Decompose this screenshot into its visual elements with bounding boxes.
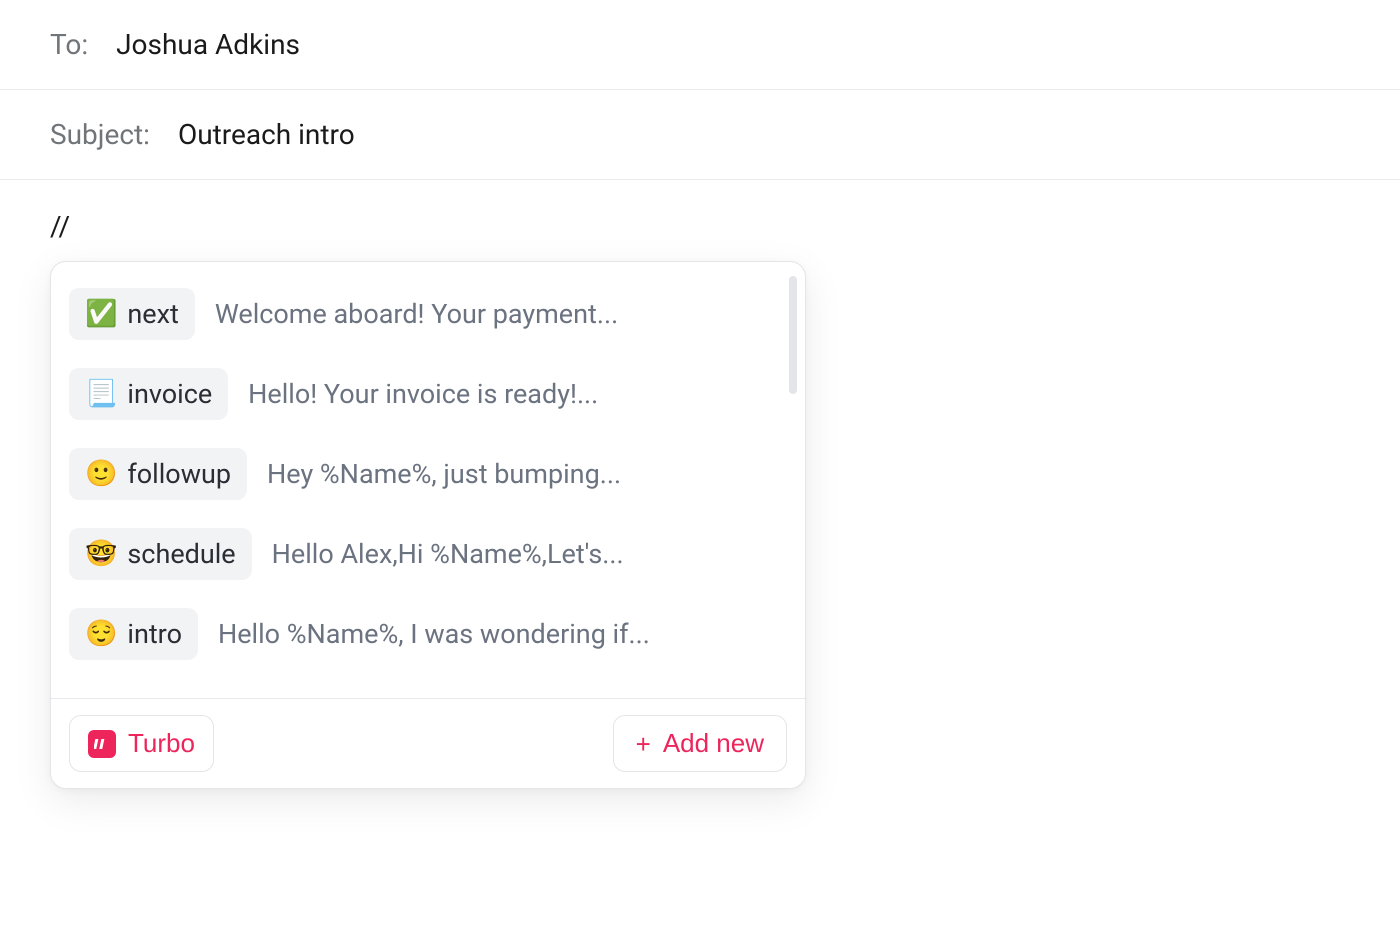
nerd-face-icon: 🤓 [85,541,117,567]
page-icon: 📃 [85,381,117,407]
snippet-preview: Welcome aboard! Your payment... [215,298,618,330]
snippet-chip: ✅ next [69,288,195,340]
turbo-logo-icon [88,730,116,758]
snippet-name: next [127,298,178,330]
snippet-chip: 🤓 schedule [69,528,252,580]
snippet-item-invoice[interactable]: 📃 invoice Hello! Your invoice is ready!.… [69,360,787,428]
subject-field-row: Subject: Outreach intro [0,90,1400,180]
snippet-preview: Hello %Name%, I was wondering if... [218,618,650,650]
snippet-name: invoice [127,378,212,410]
to-label: To: [50,28,88,61]
snippet-item-followup[interactable]: 🙂 followup Hey %Name%, just bumping... [69,440,787,508]
to-field-row: To: Joshua Adkins [0,0,1400,90]
scrollbar[interactable] [789,276,797,394]
check-icon: ✅ [85,301,117,327]
snippet-chip: 📃 invoice [69,368,228,420]
snippet-item-next[interactable]: ✅ next Welcome aboard! Your payment... [69,280,787,348]
popup-footer: Turbo + Add new [51,699,805,788]
snippet-popup: ✅ next Welcome aboard! Your payment... 📃… [50,261,806,789]
to-value[interactable]: Joshua Adkins [116,28,300,61]
add-new-label: Add new [663,728,764,759]
snippet-item-schedule[interactable]: 🤓 schedule Hello Alex,Hi %Name%,Let's... [69,520,787,588]
subject-value[interactable]: Outreach intro [178,118,355,151]
body-area[interactable]: // ✅ next Welcome aboard! Your payment..… [0,180,1400,819]
snippet-chip: 😌 intro [69,608,198,660]
turbo-label: Turbo [128,728,195,759]
subject-label: Subject: [50,118,150,151]
snippet-preview: Hello! Your invoice is ready!... [248,378,598,410]
plus-icon: + [636,731,651,757]
snippet-preview: Hello Alex,Hi %Name%,Let's... [272,538,624,570]
snippet-name: intro [127,618,182,650]
snippet-chip: 🙂 followup [69,448,247,500]
snippet-preview: Hey %Name%, just bumping... [267,458,621,490]
snippet-trigger-text: // [50,210,1350,243]
add-new-button[interactable]: + Add new [613,715,787,772]
compose-window: To: Joshua Adkins Subject: Outreach intr… [0,0,1400,944]
turbo-button[interactable]: Turbo [69,715,214,772]
snippet-item-intro[interactable]: 😌 intro Hello %Name%, I was wondering if… [69,600,787,668]
relieved-face-icon: 😌 [85,621,117,647]
smile-icon: 🙂 [85,461,117,487]
snippet-list: ✅ next Welcome aboard! Your payment... 📃… [51,262,805,698]
snippet-name: schedule [127,538,235,570]
snippet-name: followup [127,458,231,490]
